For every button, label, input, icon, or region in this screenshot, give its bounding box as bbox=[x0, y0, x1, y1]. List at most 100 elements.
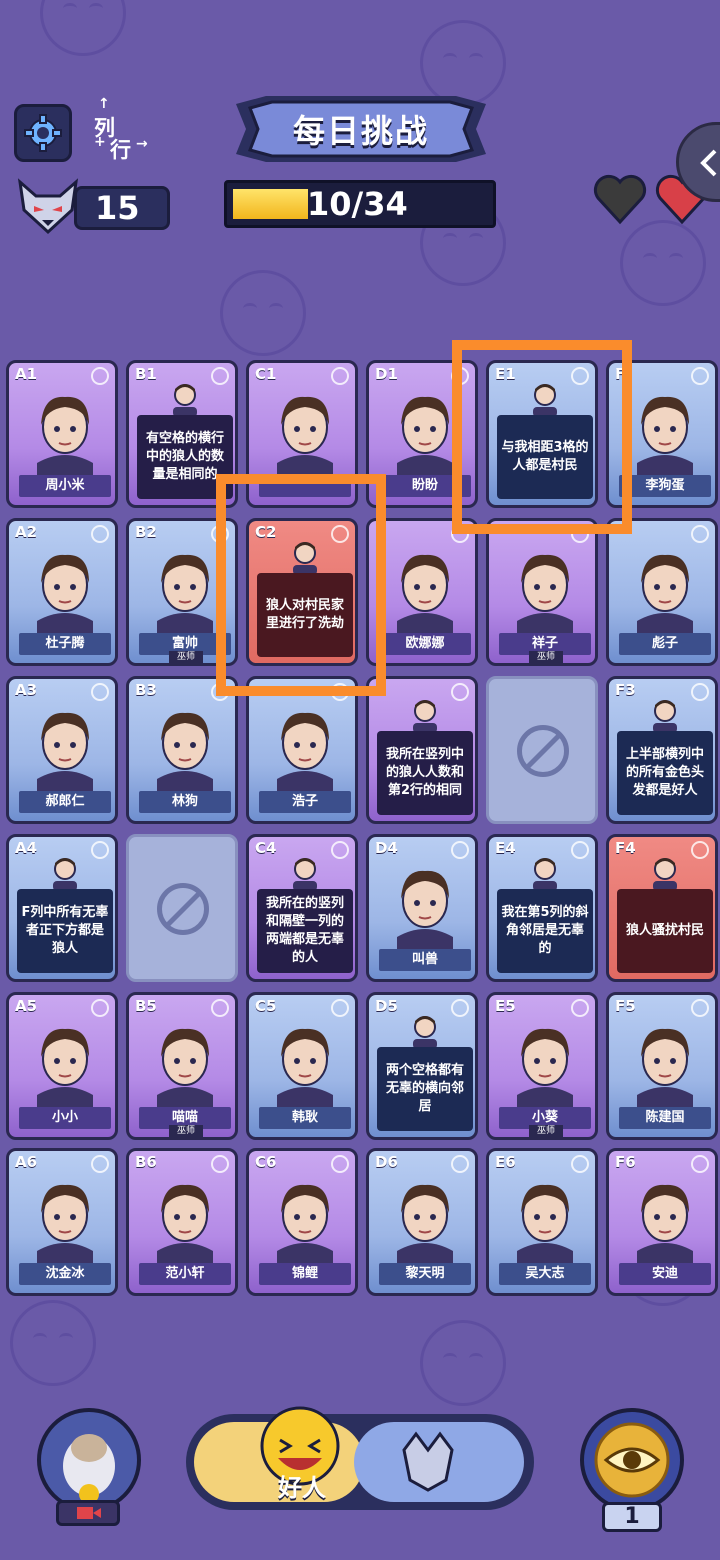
portrait-icon bbox=[37, 1184, 93, 1269]
gender-icon bbox=[451, 841, 469, 859]
card-coord: C4 bbox=[255, 839, 277, 857]
card-coord: F5 bbox=[615, 997, 636, 1015]
portrait-icon bbox=[277, 712, 333, 797]
card-coord: E4 bbox=[495, 839, 516, 857]
forbidden-icon bbox=[157, 883, 209, 935]
background-face-decoration bbox=[620, 220, 706, 306]
card-coord: C1 bbox=[255, 365, 277, 383]
card-coord: B5 bbox=[135, 997, 157, 1015]
character-card[interactable]: A4云川F列中所有无辜者正下方都是狼人 bbox=[6, 834, 118, 982]
gender-icon bbox=[91, 841, 109, 859]
card-coord: D1 bbox=[375, 365, 398, 383]
portrait-icon bbox=[517, 1028, 573, 1113]
card-coord: B2 bbox=[135, 523, 157, 541]
character-card[interactable]: C4小鱼儿我所在的竖列和隔壁一列的两端都是无辜的人 bbox=[246, 834, 358, 982]
character-card[interactable]: B6 范小轩 bbox=[126, 1148, 238, 1296]
good-wolf-toggle[interactable]: 好人 bbox=[184, 1406, 536, 1514]
clue-text: 我所在的竖列和隔壁一列的两端都是无辜的人 bbox=[257, 889, 353, 973]
portrait-icon bbox=[397, 1184, 453, 1269]
forbidden-icon bbox=[517, 725, 569, 777]
character-name: 杜子腾 bbox=[19, 633, 111, 655]
character-card[interactable]: E6 吴大志 bbox=[486, 1148, 598, 1296]
character-name: 小小 bbox=[19, 1107, 111, 1129]
character-card[interactable]: A2 杜子腾 bbox=[6, 518, 118, 666]
hint-video-button[interactable] bbox=[34, 1408, 144, 1528]
character-card[interactable]: 小花生我所在竖列中的狼人人数和第2行的相同 bbox=[366, 676, 478, 824]
character-card[interactable]: 祥子 巫师 bbox=[486, 518, 598, 666]
gender-icon bbox=[91, 683, 109, 701]
eye-count: 1 bbox=[602, 1502, 662, 1532]
character-role: 巫师 bbox=[529, 651, 563, 663]
character-card[interactable]: C5 韩耿 bbox=[246, 992, 358, 1140]
portrait-icon bbox=[157, 1184, 213, 1269]
portrait-icon bbox=[53, 858, 77, 891]
character-name: 欧娜娜 bbox=[379, 633, 471, 655]
character-card[interactable]: A1 周小米 bbox=[6, 360, 118, 508]
background-face-decoration bbox=[420, 20, 506, 106]
card-coord: B6 bbox=[135, 1153, 157, 1171]
gender-icon bbox=[691, 683, 709, 701]
portrait-icon bbox=[157, 712, 213, 797]
character-card[interactable]: F5 陈建国 bbox=[606, 992, 718, 1140]
character-name: 李狗蛋 bbox=[619, 475, 711, 497]
character-card[interactable]: B5 喵喵 巫师 bbox=[126, 992, 238, 1140]
gender-icon bbox=[451, 683, 469, 701]
character-card[interactable]: E5 小葵 巫师 bbox=[486, 992, 598, 1140]
background-face-decoration bbox=[220, 270, 306, 356]
gender-icon bbox=[691, 841, 709, 859]
character-card[interactable]: C6 锦鲤 bbox=[246, 1148, 358, 1296]
portrait-icon bbox=[157, 1028, 213, 1113]
character-card[interactable]: F6 安迪 bbox=[606, 1148, 718, 1296]
character-card[interactable]: D6 黎天明 bbox=[366, 1148, 478, 1296]
character-card[interactable] bbox=[486, 676, 598, 824]
card-coord: D4 bbox=[375, 839, 398, 857]
legend-row-label: 行 bbox=[110, 138, 131, 162]
character-card[interactable]: A6 沈金冰 bbox=[6, 1148, 118, 1296]
character-name: 周小米 bbox=[19, 475, 111, 497]
character-card[interactable]: 浩子 bbox=[246, 676, 358, 824]
portrait-icon bbox=[277, 1028, 333, 1113]
portrait-icon bbox=[637, 396, 693, 481]
title-banner: 每日挑战 bbox=[236, 96, 486, 162]
gender-icon bbox=[91, 999, 109, 1017]
gender-icon bbox=[691, 367, 709, 385]
character-card[interactable]: 彪子 bbox=[606, 518, 718, 666]
portrait-icon bbox=[653, 858, 677, 891]
gender-icon bbox=[691, 525, 709, 543]
character-card[interactable]: D4 叫兽 bbox=[366, 834, 478, 982]
portrait-icon bbox=[293, 858, 317, 891]
character-card[interactable]: F3牛大力上半部横列中的所有金色头发都是好人 bbox=[606, 676, 718, 824]
character-name: 黎天明 bbox=[379, 1263, 471, 1285]
portrait-icon bbox=[413, 700, 437, 733]
card-coord: D5 bbox=[375, 997, 398, 1015]
character-card[interactable]: A5 小小 bbox=[6, 992, 118, 1140]
card-coord: D6 bbox=[375, 1153, 398, 1171]
gender-icon bbox=[571, 999, 589, 1017]
gender-icon bbox=[691, 1155, 709, 1173]
gender-icon bbox=[331, 1155, 349, 1173]
background-face-decoration bbox=[40, 0, 126, 56]
character-name: 陈建国 bbox=[619, 1107, 711, 1129]
character-card[interactable]: D5艾坤两个空格都有无辜的横向邻居 bbox=[366, 992, 478, 1140]
character-card[interactable]: F4夏姬狼人骚扰村民 bbox=[606, 834, 718, 982]
character-card[interactable]: A3 郝郎仁 bbox=[6, 676, 118, 824]
portrait-icon bbox=[637, 1028, 693, 1113]
gender-icon bbox=[451, 999, 469, 1017]
character-card[interactable] bbox=[126, 834, 238, 982]
wolf-count-value: 15 bbox=[74, 186, 170, 230]
portrait-icon bbox=[277, 1184, 333, 1269]
settings-button[interactable] bbox=[14, 104, 72, 162]
character-role: 巫师 bbox=[169, 651, 203, 663]
character-name: 锦鲤 bbox=[259, 1263, 351, 1285]
card-coord: F3 bbox=[615, 681, 636, 699]
card-coord: A3 bbox=[15, 681, 38, 699]
character-card[interactable]: E4罗太君我在第5列的斜角邻居是无辜的 bbox=[486, 834, 598, 982]
portrait-icon bbox=[397, 870, 453, 955]
portrait-icon bbox=[517, 1184, 573, 1269]
reveal-eye-button[interactable]: 1 bbox=[576, 1408, 688, 1532]
highlight-frame-c2 bbox=[216, 474, 386, 696]
card-coord: C6 bbox=[255, 1153, 277, 1171]
character-card[interactable]: B3 林狗 bbox=[126, 676, 238, 824]
character-name: 韩耿 bbox=[259, 1107, 351, 1129]
character-role: 巫师 bbox=[529, 1125, 563, 1137]
